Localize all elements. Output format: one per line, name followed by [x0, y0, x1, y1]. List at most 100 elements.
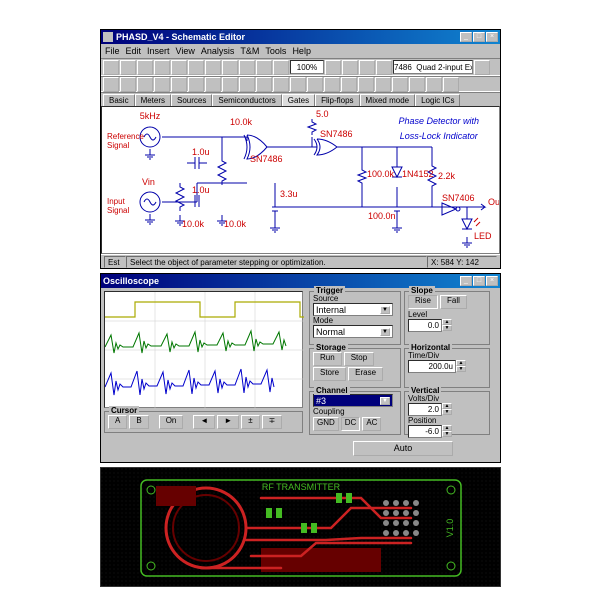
comp-ic-icon[interactable]	[341, 77, 357, 92]
tab-logic-ics[interactable]: Logic ICs	[415, 94, 460, 106]
comp-scope-icon[interactable]	[443, 77, 459, 92]
tab-meters[interactable]: Meters	[135, 94, 171, 106]
cursor-b-button[interactable]: B	[129, 415, 148, 429]
tool-new-icon[interactable]	[103, 60, 119, 75]
schematic-canvas[interactable]: Phase Detector withLoss-Lock Indicator R…	[101, 106, 500, 254]
menu-insert[interactable]: Insert	[147, 46, 170, 56]
spin-down-icon[interactable]: ▼	[442, 431, 452, 437]
time-div-spin[interactable]: ▲▼	[408, 360, 486, 373]
scope-waveforms	[105, 292, 304, 409]
tab-sources[interactable]: Sources	[171, 94, 212, 106]
comp-wire-icon[interactable]	[358, 77, 374, 92]
tab-flipflops[interactable]: Flip-flops	[315, 94, 359, 106]
tool-move-icon[interactable]	[376, 60, 392, 75]
tab-semiconductors[interactable]: Semiconductors	[212, 94, 281, 106]
level-input[interactable]	[408, 319, 442, 332]
menu-tm[interactable]: T&M	[240, 46, 259, 56]
auto-button[interactable]: Auto	[353, 441, 453, 456]
cursor-right-button[interactable]: ►	[217, 415, 239, 429]
position-input[interactable]	[408, 425, 442, 438]
store-button[interactable]: Store	[313, 367, 346, 381]
time-div-input[interactable]	[408, 360, 456, 373]
trigger-mode-combo[interactable]: Normal▼	[313, 325, 393, 338]
tool-open-icon[interactable]	[120, 60, 136, 75]
comp-resistor-icon[interactable]	[103, 77, 119, 92]
spin-down-icon[interactable]: ▼	[442, 409, 452, 415]
menu-file[interactable]: File	[105, 46, 120, 56]
channel-combo[interactable]: #3▼	[313, 394, 393, 407]
menu-analysis[interactable]: Analysis	[201, 46, 235, 56]
close-button[interactable]: ×	[486, 32, 498, 42]
volts-div-spin[interactable]: ▲▼	[408, 403, 486, 416]
tool-close-icon[interactable]	[154, 60, 170, 75]
osc-minimize-button[interactable]: _	[460, 276, 472, 286]
comp-ground-icon[interactable]	[188, 77, 204, 92]
tab-basic[interactable]: Basic	[103, 94, 135, 106]
trigger-source-combo[interactable]: Internal▼	[313, 303, 393, 316]
spin-down-icon[interactable]: ▼	[442, 325, 452, 331]
tool-copy-icon[interactable]	[188, 60, 204, 75]
coupling-gnd-button[interactable]: GND	[313, 417, 339, 431]
menu-help[interactable]: Help	[292, 46, 311, 56]
coupling-dc-button[interactable]: DC	[341, 417, 361, 431]
menu-edit[interactable]: Edit	[126, 46, 142, 56]
comp-gate-nand-icon[interactable]	[290, 77, 306, 92]
osc-maximize-button[interactable]: □	[473, 276, 485, 286]
erase-button[interactable]: Erase	[348, 367, 383, 381]
cursor-a-button[interactable]: A	[108, 415, 127, 429]
volts-div-input[interactable]	[408, 403, 442, 416]
comp-junction-icon[interactable]	[375, 77, 391, 92]
menu-view[interactable]: View	[176, 46, 195, 56]
menu-tools[interactable]: Tools	[265, 46, 286, 56]
scope-display[interactable]	[104, 291, 303, 408]
stop-button[interactable]: Stop	[344, 352, 374, 366]
comp-gate-not-icon[interactable]	[256, 77, 272, 92]
component-select[interactable]	[393, 60, 473, 74]
comp-gate-buffer-icon[interactable]	[324, 77, 340, 92]
cursor-left-button[interactable]: ◄	[193, 415, 215, 429]
tool-zoom-in-icon[interactable]	[256, 60, 272, 75]
spin-down-icon[interactable]: ▼	[456, 366, 466, 372]
comp-gate-or-icon[interactable]	[239, 77, 255, 92]
maximize-button[interactable]: □	[473, 32, 485, 42]
tool-redo-icon[interactable]	[239, 60, 255, 75]
comp-diode-icon[interactable]	[154, 77, 170, 92]
tool-more-icon[interactable]	[474, 60, 490, 75]
slope-fall-button[interactable]: Fall	[440, 295, 467, 309]
tool-zoom-dropdown-icon[interactable]	[325, 60, 341, 75]
level-spin[interactable]: ▲▼	[408, 319, 486, 332]
tool-undo-icon[interactable]	[222, 60, 238, 75]
tab-gates[interactable]: Gates	[282, 94, 315, 106]
pcb-layout-view[interactable]: RF TRANSMITTER V1.0	[100, 467, 501, 587]
comp-capacitor-icon[interactable]	[120, 77, 136, 92]
cursor-prev-button[interactable]: ±	[241, 415, 259, 429]
tool-paste-icon[interactable]	[205, 60, 221, 75]
osc-close-button[interactable]: ×	[486, 276, 498, 286]
minimize-button[interactable]: _	[460, 32, 472, 42]
comp-gate-xor-icon[interactable]	[273, 77, 289, 92]
comp-text-icon[interactable]	[392, 77, 408, 92]
comp-gate-nor-icon[interactable]	[307, 77, 323, 92]
run-button[interactable]: Run	[313, 352, 342, 366]
slope-rise-button[interactable]: Rise	[408, 295, 438, 309]
osc-titlebar[interactable]: Oscilloscope _ □ ×	[101, 274, 500, 288]
comp-probe-icon[interactable]	[409, 77, 425, 92]
tool-select-icon[interactable]	[342, 60, 358, 75]
tool-cut-icon[interactable]	[171, 60, 187, 75]
comp-transistor-icon[interactable]	[171, 77, 187, 92]
cursor-on-button[interactable]: On	[159, 415, 184, 429]
position-spin[interactable]: ▲▼	[408, 425, 486, 438]
tool-save-icon[interactable]	[137, 60, 153, 75]
comp-gate-and-icon[interactable]	[222, 77, 238, 92]
comp-source-icon[interactable]	[205, 77, 221, 92]
comp-meter-icon[interactable]	[426, 77, 442, 92]
svg-text:2.2k: 2.2k	[438, 171, 456, 181]
tab-mixed[interactable]: Mixed mode	[360, 94, 416, 106]
tool-zoom-out-icon[interactable]	[273, 60, 289, 75]
coupling-ac-button[interactable]: AC	[362, 417, 381, 431]
cursor-next-button[interactable]: ∓	[262, 415, 283, 429]
tool-grid-icon[interactable]	[359, 60, 375, 75]
comp-inductor-icon[interactable]	[137, 77, 153, 92]
zoom-input[interactable]	[290, 60, 324, 74]
titlebar[interactable]: PHASD_V4 - Schematic Editor _ □ ×	[101, 30, 500, 44]
